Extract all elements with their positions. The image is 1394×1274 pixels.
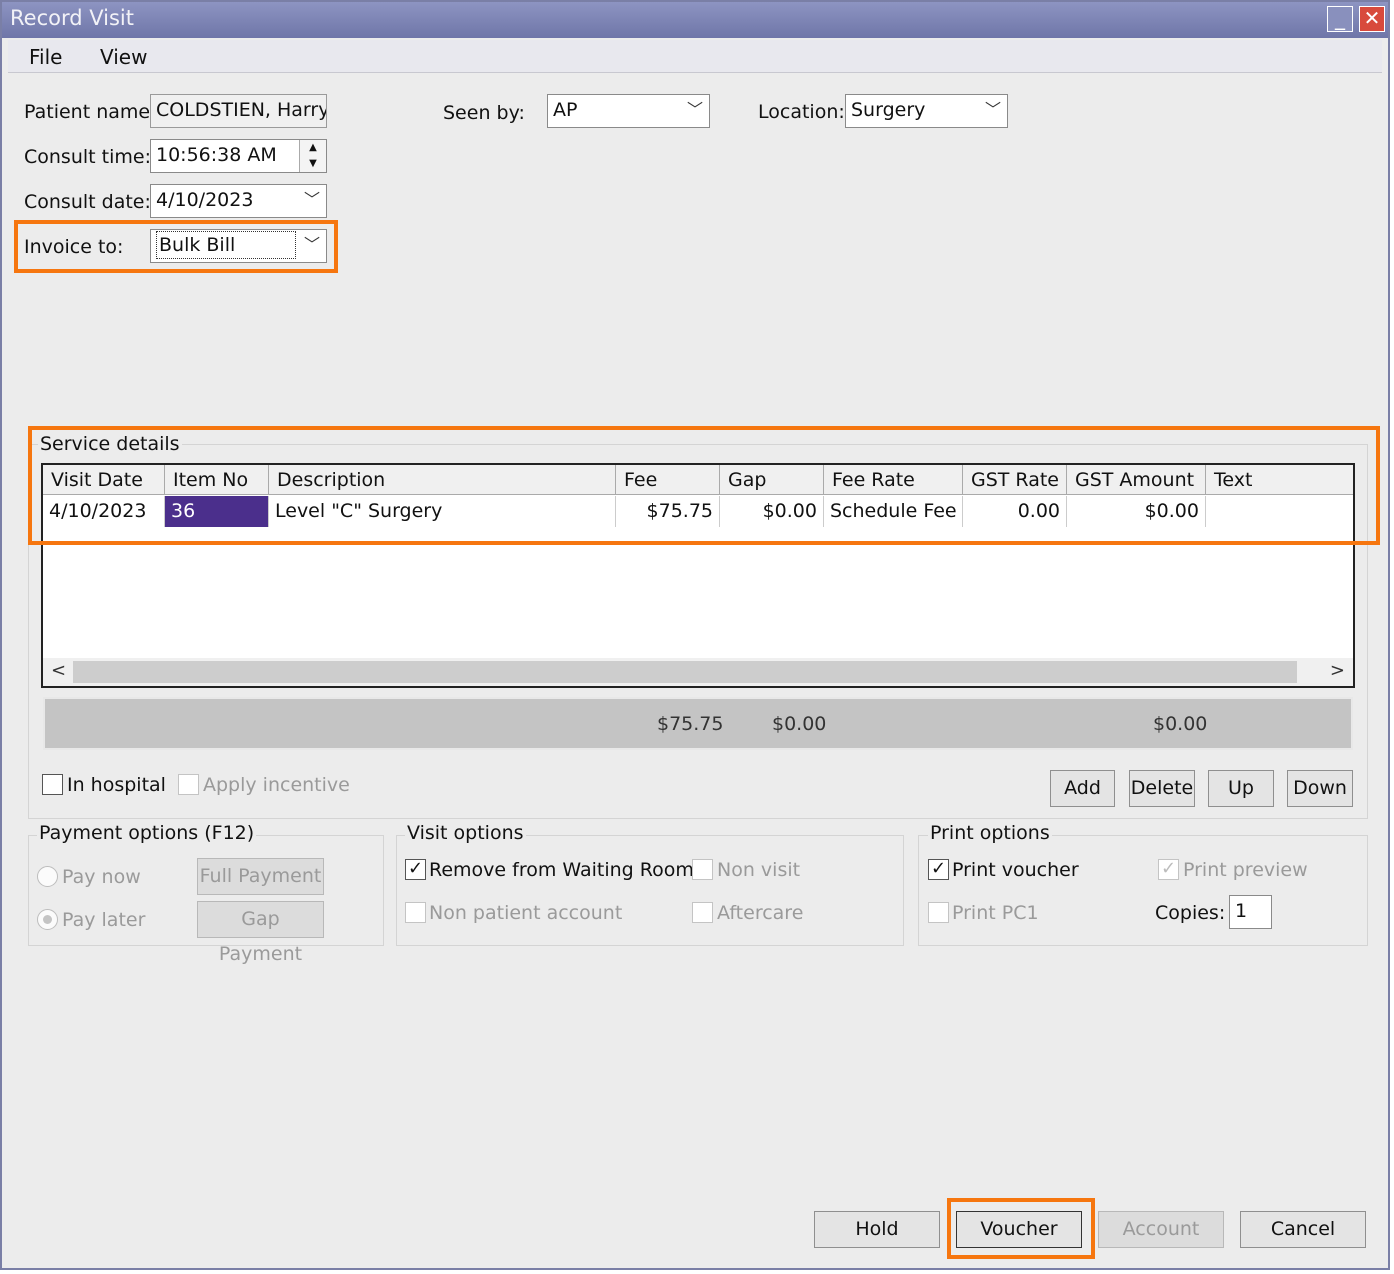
visit-options-title: Visit options: [405, 822, 526, 844]
chevron-down-icon: ﹀: [984, 100, 1001, 119]
patient-name-label: Patient name:: [24, 101, 157, 123]
window-title: Record Visit: [10, 6, 134, 30]
pay-now-label: Pay now: [62, 866, 141, 888]
non-patient-account-checkbox[interactable]: [405, 902, 426, 923]
invoice-to-value: Bulk Bill: [156, 231, 296, 259]
consult-date-picker[interactable]: 4/10/2023 ﹀: [150, 184, 327, 218]
chevron-down-icon: ﹀: [303, 235, 320, 254]
payment-options-title: Payment options (F12): [37, 822, 257, 844]
total-fee: $75.75: [657, 713, 724, 735]
patient-name-field: COLDSTIEN, Harry: [150, 94, 327, 128]
full-payment-button[interactable]: Full Payment: [197, 858, 324, 895]
remove-waiting-room-label: Remove from Waiting Room: [429, 859, 694, 881]
aftercare-label: Aftercare: [717, 902, 804, 924]
hold-button[interactable]: Hold: [814, 1211, 940, 1248]
print-preview-label: Print preview: [1183, 859, 1308, 881]
record-visit-window: Record Visit _ ✕ File View Patient name:…: [0, 0, 1390, 1270]
seen-by-label: Seen by:: [443, 102, 525, 124]
minimize-button[interactable]: _: [1327, 6, 1353, 32]
remove-waiting-room-checkbox[interactable]: ✓: [405, 859, 426, 880]
down-button[interactable]: Down: [1287, 770, 1353, 807]
spin-up-icon[interactable]: ▲: [300, 140, 326, 156]
account-button[interactable]: Account: [1098, 1211, 1224, 1248]
consult-date-value: 4/10/2023: [156, 189, 254, 211]
consult-time-field[interactable]: 10:56:38 AM ▲ ▼: [150, 139, 327, 173]
print-preview-checkbox[interactable]: ✓: [1158, 859, 1179, 880]
scroll-thumb[interactable]: [73, 661, 1297, 683]
close-button[interactable]: ✕: [1359, 6, 1385, 32]
non-visit-label: Non visit: [717, 859, 801, 881]
pay-now-radio[interactable]: [37, 866, 58, 887]
print-voucher-checkbox[interactable]: ✓: [928, 859, 949, 880]
non-visit-checkbox[interactable]: [692, 859, 713, 880]
menu-view[interactable]: View: [100, 45, 147, 69]
add-button[interactable]: Add: [1050, 770, 1115, 807]
up-button[interactable]: Up: [1208, 770, 1274, 807]
service-details-highlight: [28, 426, 1380, 545]
delete-button[interactable]: Delete: [1129, 770, 1195, 807]
consult-date-label: Consult date:: [24, 191, 151, 213]
in-hospital-checkbox[interactable]: [42, 774, 63, 795]
cancel-button[interactable]: Cancel: [1240, 1211, 1366, 1248]
scroll-left-icon[interactable]: <: [51, 660, 66, 681]
scroll-right-icon[interactable]: >: [1330, 660, 1345, 681]
horizontal-scrollbar[interactable]: < >: [43, 658, 1353, 686]
apply-incentive-label: Apply incentive: [203, 774, 350, 796]
title-bar[interactable]: Record Visit _ ✕: [2, 2, 1388, 38]
totals-bar: $75.75 $0.00 $0.00: [43, 697, 1353, 750]
non-patient-account-label: Non patient account: [429, 902, 623, 924]
seen-by-select[interactable]: AP ﹀: [547, 94, 710, 128]
print-pc1-checkbox[interactable]: [928, 902, 949, 923]
seen-by-value: AP: [553, 99, 578, 121]
aftercare-checkbox[interactable]: [692, 902, 713, 923]
apply-incentive-checkbox[interactable]: [178, 774, 199, 795]
copies-label: Copies:: [1155, 902, 1226, 924]
visit-options-group: [396, 835, 904, 946]
print-options-group: [918, 835, 1368, 946]
pay-later-label: Pay later: [62, 909, 146, 931]
time-spinner[interactable]: ▲ ▼: [299, 140, 326, 172]
copies-input[interactable]: 1: [1229, 895, 1272, 929]
in-hospital-label: In hospital: [67, 774, 166, 796]
gap-payment-button[interactable]: Gap Payment: [197, 901, 324, 965]
total-gap: $0.00: [772, 713, 827, 735]
print-voucher-label: Print voucher: [952, 859, 1079, 881]
chevron-down-icon: ﹀: [303, 190, 320, 209]
location-label: Location:: [758, 101, 845, 123]
voucher-button[interactable]: Voucher: [956, 1211, 1082, 1248]
consult-time-label: Consult time:: [24, 146, 151, 168]
menu-file[interactable]: File: [29, 45, 62, 69]
invoice-to-label: Invoice to:: [24, 236, 124, 258]
total-gst-amount: $0.00: [1153, 713, 1208, 735]
invoice-to-select[interactable]: Bulk Bill ﹀: [150, 229, 327, 263]
print-pc1-label: Print PC1: [952, 902, 1039, 924]
pay-later-radio[interactable]: [37, 909, 58, 930]
location-select[interactable]: Surgery ﹀: [845, 94, 1008, 128]
chevron-down-icon: ﹀: [686, 100, 703, 119]
consult-time-value: 10:56:38 AM: [156, 144, 277, 166]
print-options-title: Print options: [928, 822, 1052, 844]
location-value: Surgery: [851, 99, 926, 121]
menu-bar: File View: [8, 40, 1382, 73]
spin-down-icon[interactable]: ▼: [300, 156, 326, 172]
